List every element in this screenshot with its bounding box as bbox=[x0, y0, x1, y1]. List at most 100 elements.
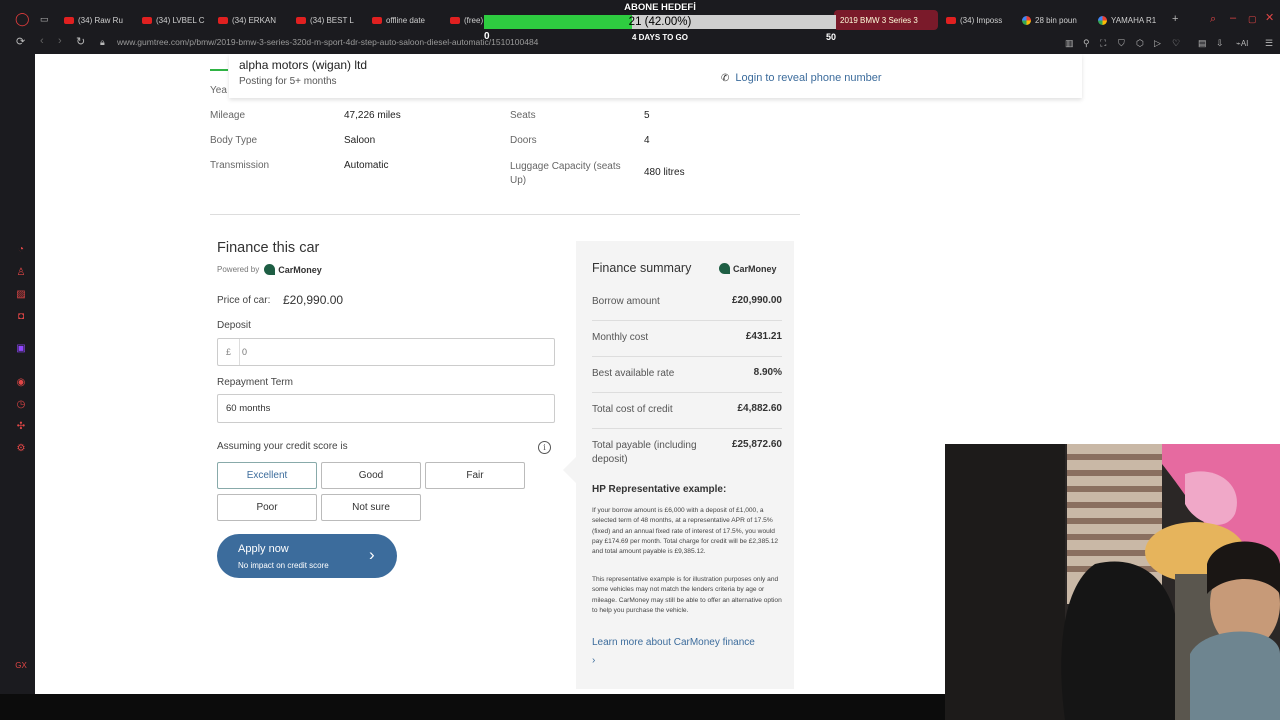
spec-luggage-value: 480 litres bbox=[644, 167, 685, 178]
pin-icon[interactable]: ⚲ bbox=[1083, 38, 1090, 49]
credit-fair-button[interactable]: Fair bbox=[425, 462, 525, 489]
deposit-field[interactable]: £ bbox=[217, 338, 555, 366]
send-icon[interactable]: ▷ bbox=[1154, 38, 1161, 49]
vk-icon[interactable]: ◘ bbox=[15, 311, 27, 323]
download-icon[interactable]: ⇩ bbox=[1216, 38, 1224, 49]
search-icon[interactable]: ⌕ bbox=[1210, 14, 1216, 25]
tab-8[interactable]: (34) Imposs bbox=[946, 10, 1010, 30]
reload-icon[interactable]: ↻ bbox=[76, 37, 85, 48]
tab-3[interactable]: (34) ERKAN bbox=[218, 10, 282, 30]
chevron-right-icon: › bbox=[369, 545, 375, 564]
goal-progress-bar: 21 (42.00%) bbox=[484, 15, 836, 29]
summary-row-monthly: Monthly cost £431.21 bbox=[592, 331, 782, 357]
deposit-currency: £ bbox=[218, 339, 240, 365]
youtube-icon bbox=[296, 16, 306, 24]
webcam-video-image bbox=[945, 444, 1280, 720]
repayment-term-select[interactable]: 60 months bbox=[217, 394, 555, 423]
crypto-wallet-icon[interactable]: ♙ bbox=[15, 267, 27, 279]
extension-icon[interactable]: ⬡ bbox=[1136, 38, 1144, 49]
seller-posting-duration: Posting for 5+ months bbox=[239, 76, 337, 87]
apply-now-button[interactable]: Apply now No impact on credit score › bbox=[217, 534, 397, 578]
close-icon[interactable]: ✕ bbox=[1265, 13, 1274, 24]
disclaimer-text: This representative example is for illus… bbox=[592, 576, 782, 614]
reload-alt-icon[interactable]: ⟳ bbox=[16, 37, 25, 48]
aria-icon[interactable]: ◔ bbox=[15, 244, 27, 256]
google-icon bbox=[1022, 15, 1031, 25]
opera-logo-icon[interactable]: ◯ bbox=[15, 12, 30, 25]
youtube-icon bbox=[372, 16, 382, 24]
twitch-icon[interactable]: ▣ bbox=[15, 343, 27, 355]
finance-summary-panel: Finance summary CarMoney Borrow amount £2… bbox=[576, 241, 794, 689]
summary-pointer bbox=[563, 457, 576, 483]
lock-icon: 🔒︎ bbox=[100, 37, 105, 47]
credit-poor-button[interactable]: Poor bbox=[217, 494, 317, 521]
spec-transmission-value: Automatic bbox=[344, 160, 389, 171]
snapshot-icon[interactable]: ⛶ bbox=[1100, 38, 1106, 49]
deposit-input[interactable] bbox=[242, 339, 542, 365]
spec-luggage-label: Luggage Capacity (seats Up) bbox=[510, 161, 621, 186]
shield-icon[interactable]: ⛉ bbox=[1118, 38, 1125, 49]
settings-icon[interactable]: ⚙ bbox=[15, 443, 27, 455]
phone-icon: ✆ bbox=[721, 72, 730, 84]
spec-year-label: Yea bbox=[210, 85, 227, 96]
spec-transmission-label: Transmission bbox=[210, 160, 270, 171]
seller-name[interactable]: alpha motors (wigan) ltd bbox=[239, 58, 367, 72]
spec-body-value: Saloon bbox=[344, 135, 376, 146]
credit-excellent-button[interactable]: Excellent bbox=[217, 462, 317, 489]
goal-min: 0 bbox=[484, 31, 490, 42]
spec-mileage-value: 47,226 miles bbox=[344, 110, 401, 121]
heart-icon[interactable]: ♡ bbox=[1172, 38, 1180, 49]
goal-max: 50 bbox=[826, 32, 837, 42]
tab-4[interactable]: (34) BEST L bbox=[296, 10, 358, 30]
menu-icon[interactable]: ☰ bbox=[1265, 38, 1273, 49]
google-icon bbox=[1098, 15, 1107, 25]
sidebar-toggle-icon[interactable]: ▥ bbox=[1065, 38, 1074, 49]
price-value: £20,990.00 bbox=[283, 293, 344, 307]
summary-row-borrow: Borrow amount £20,990.00 bbox=[592, 295, 782, 321]
goal-progress-text: 21 (42.00%) bbox=[628, 16, 692, 28]
tab-menu-icon[interactable]: ▭ bbox=[40, 14, 49, 25]
history-icon[interactable]: ◷ bbox=[15, 399, 27, 411]
spec-doors-value: 4 bbox=[644, 135, 650, 146]
extensions-icon[interactable]: ✣ bbox=[15, 421, 27, 433]
carmoney-logo: CarMoney bbox=[719, 263, 777, 274]
carmoney-logo-icon bbox=[264, 264, 276, 275]
opera-sidebar: ◔ ♙ ▨ ◘ ▣ ◉ ◷ ✣ ⚙ GX bbox=[0, 54, 35, 694]
carmoney-logo-icon bbox=[719, 263, 730, 274]
deposit-label: Deposit bbox=[217, 320, 251, 331]
tab-1[interactable]: (34) Raw Ru bbox=[64, 10, 130, 30]
info-icon[interactable]: i bbox=[538, 441, 551, 454]
back-icon[interactable]: ‹ bbox=[40, 36, 44, 47]
apply-now-sublabel: No impact on credit score bbox=[238, 561, 329, 570]
goal-title: ABONE HEDEFİ bbox=[624, 2, 696, 13]
minimize-icon[interactable]: – bbox=[1230, 13, 1236, 24]
forward-icon[interactable]: › bbox=[58, 36, 62, 47]
youtube-icon bbox=[64, 16, 74, 24]
credit-good-button[interactable]: Good bbox=[321, 462, 421, 489]
youtube-icon bbox=[218, 16, 228, 24]
wallet-icon[interactable]: ▤ bbox=[1198, 38, 1207, 49]
player-icon[interactable]: ◉ bbox=[15, 377, 27, 389]
ai-icon[interactable]: ⌁AI bbox=[1236, 38, 1248, 49]
carmoney-logo: CarMoney bbox=[264, 264, 322, 275]
credit-not-sure-button[interactable]: Not sure bbox=[321, 494, 421, 521]
new-tab-icon[interactable]: + bbox=[1172, 14, 1178, 25]
tab-5[interactable]: offline date bbox=[372, 10, 436, 30]
gx-icon[interactable]: GX bbox=[15, 660, 27, 672]
summary-row-total: Total payable (including deposit) £25,872… bbox=[592, 439, 782, 465]
url-field[interactable]: www.gumtree.com/p/bmw/2019-bmw-3-series-… bbox=[117, 37, 538, 47]
tab-9[interactable]: 28 bin poun bbox=[1022, 10, 1086, 30]
maximize-icon[interactable]: ▢ bbox=[1248, 14, 1257, 25]
credit-score-label: Assuming your credit score is bbox=[217, 441, 348, 452]
tab-10[interactable]: YAMAHA R1 bbox=[1098, 10, 1160, 30]
hp-example-text: If your borrow amount is £6,000 with a d… bbox=[592, 507, 779, 556]
spec-doors-label: Doors bbox=[510, 135, 537, 146]
tab-2[interactable]: (34) LVBEL C bbox=[142, 10, 206, 30]
tab-active-gumtree[interactable]: 2019 BMW 3 Series 3 bbox=[834, 10, 938, 30]
spec-body-label: Body Type bbox=[210, 135, 258, 146]
learn-more-link[interactable]: Learn more about CarMoney finance › bbox=[592, 634, 782, 670]
term-label: Repayment Term bbox=[217, 377, 293, 388]
reveal-phone-link[interactable]: ✆ Login to reveal phone number bbox=[721, 72, 882, 84]
price-label: Price of car: bbox=[217, 295, 271, 306]
messenger-icon[interactable]: ▨ bbox=[15, 289, 27, 301]
